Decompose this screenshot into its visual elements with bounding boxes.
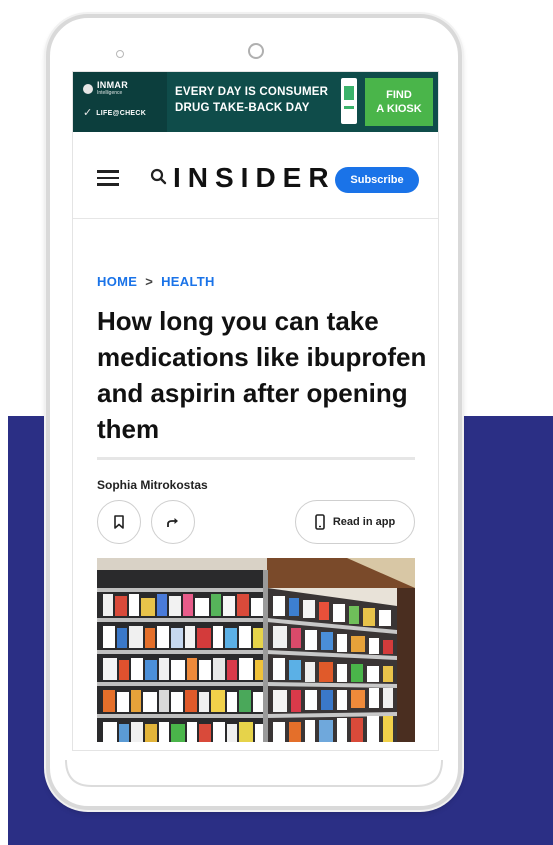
- read-in-app-label: Read in app: [332, 516, 396, 528]
- phone-frame: INMAR Intelligence ✓ LIFE@CHECK EVERY DA…: [46, 14, 462, 810]
- insider-logo[interactable]: INSIDER: [173, 162, 336, 194]
- article-hero-image: [97, 558, 415, 742]
- bookmark-icon: [114, 515, 124, 529]
- phone-icon: [315, 514, 325, 530]
- ad-brand-top-sub: Intelligence: [97, 90, 123, 96]
- share-icon: [167, 518, 178, 527]
- ad-banner[interactable]: INMAR Intelligence ✓ LIFE@CHECK EVERY DA…: [73, 72, 438, 132]
- article-headline: How long you can take medications like i…: [97, 306, 427, 444]
- ad-headline-line2: DRUG TAKE-BACK DAY: [175, 102, 310, 114]
- breadcrumb-home[interactable]: HOME: [97, 274, 137, 289]
- phone-screen: INMAR Intelligence ✓ LIFE@CHECK EVERY DA…: [72, 71, 439, 751]
- share-button[interactable]: [151, 500, 195, 544]
- author-name[interactable]: Sophia Mitrokostas: [97, 478, 208, 492]
- search-icon[interactable]: [150, 168, 168, 186]
- lifecheck-logo-icon: ✓: [83, 107, 93, 119]
- ad-headline: EVERY DAY IS CONSUMER DRUG TAKE-BACK DAY: [175, 84, 335, 116]
- hamburger-menu-icon[interactable]: [97, 170, 119, 186]
- headline-divider: [97, 457, 415, 460]
- home-button[interactable]: [56, 758, 452, 788]
- camera-icon: [248, 43, 264, 59]
- breadcrumb-separator: >: [145, 274, 154, 289]
- find-kiosk-button[interactable]: FIND A KIOSK: [365, 78, 433, 126]
- kiosk-icon: [341, 78, 357, 124]
- breadcrumb: HOME > HEALTH: [97, 274, 215, 289]
- ad-logos: INMAR Intelligence ✓ LIFE@CHECK: [73, 72, 167, 132]
- bookmark-button[interactable]: [97, 500, 141, 544]
- breadcrumb-health[interactable]: HEALTH: [161, 274, 215, 289]
- subscribe-button[interactable]: Subscribe: [335, 167, 419, 193]
- inmar-logo-icon: [83, 83, 93, 94]
- ad-headline-line1: EVERY DAY IS CONSUMER: [175, 86, 329, 98]
- sensor-dot: [116, 50, 124, 58]
- ad-brand-bottom: LIFE@CHECK: [96, 109, 147, 117]
- site-header: INSIDER Subscribe: [73, 132, 438, 219]
- read-in-app-button[interactable]: Read in app: [295, 500, 415, 544]
- ad-brand-top: INMAR: [97, 80, 128, 90]
